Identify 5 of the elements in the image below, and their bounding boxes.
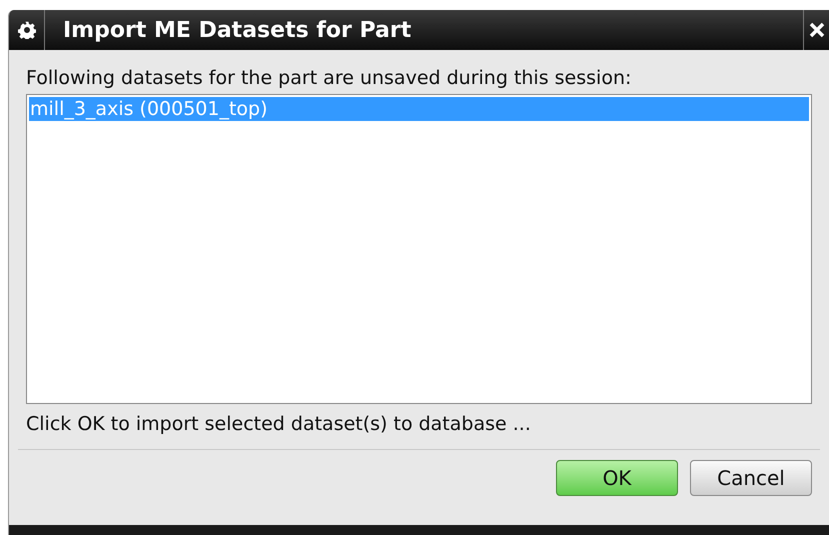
message-text: Following datasets for the part are unsaved during this session: [26, 66, 632, 90]
ok-button[interactable]: OK [556, 460, 678, 496]
cancel-button[interactable]: Cancel [690, 460, 812, 496]
window-title: Import ME Datasets for Part [63, 16, 412, 44]
hint-text: Click OK to import selected dataset(s) to database ... [26, 412, 532, 436]
